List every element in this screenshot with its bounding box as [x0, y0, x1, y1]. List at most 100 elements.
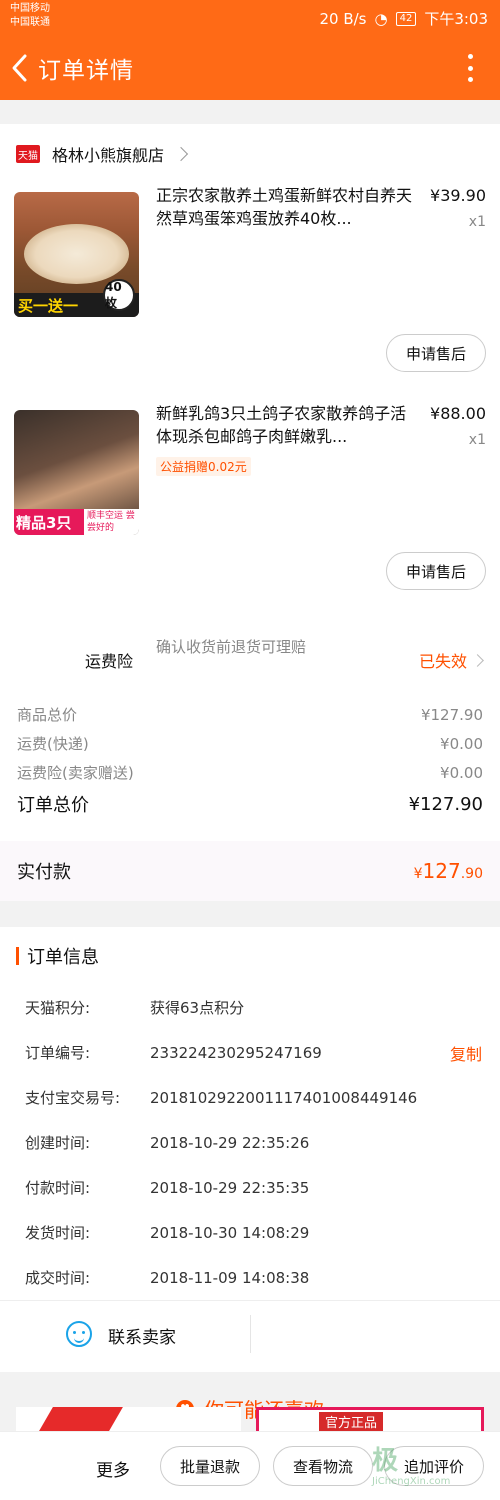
- order-item[interactable]: 精品3只 顺丰空运 尝尝好的 新鲜乳鸽3只土鸽子农家散养鸽子活体现杀包邮鸽子肉鲜…: [0, 402, 500, 620]
- info-value: 获得63点积分: [150, 999, 245, 1017]
- summary-label: 运费(快递): [17, 735, 89, 753]
- more-menu-icon[interactable]: [468, 54, 474, 82]
- order-info-title: 订单信息: [0, 927, 500, 985]
- back-arrow-icon: [12, 54, 27, 82]
- view-logistics-button[interactable]: 查看物流: [273, 1446, 373, 1486]
- summary-value: ¥0.00: [440, 763, 483, 782]
- summary-row: 运费险(卖家赠送) ¥0.00: [17, 758, 483, 787]
- summary-label: 运费险(卖家赠送): [17, 764, 134, 782]
- title-accent-bar: [16, 947, 19, 965]
- batch-refund-button[interactable]: 批量退款: [160, 1446, 260, 1486]
- product-price: ¥39.90: [430, 186, 486, 205]
- price-summary: 商品总价 ¥127.90 运费(快递) ¥0.00 运费险(卖家赠送) ¥0.00 订…: [0, 700, 500, 841]
- summary-label: 商品总价: [17, 706, 78, 724]
- insurance-desc: 确认收货前退货可理赔: [156, 638, 307, 656]
- order-info-section: 订单信息 天猫积分: 获得63点积分 订单编号: 23322423029524716…: [0, 927, 500, 1372]
- summary-row: 运费(快递) ¥0.00: [17, 729, 483, 758]
- contact-seller-button[interactable]: 联系卖家: [108, 1323, 176, 1348]
- carrier-1: 中国移动: [10, 3, 50, 14]
- eggs-basket-image: [24, 224, 129, 284]
- insurance-state-text: 已失效: [418, 652, 467, 671]
- after-sale-button[interactable]: 申请售后: [386, 552, 486, 590]
- contact-seller-row: 联系卖家: [0, 1300, 500, 1366]
- info-row-paid: 付款时间: 2018-10-29 22:35:35: [0, 1165, 500, 1210]
- info-key: 天猫积分:: [25, 999, 91, 1017]
- paid-amount: ¥127.90: [414, 859, 483, 883]
- product-name[interactable]: 新鲜乳鸽3只土鸽子农家散养鸽子活体现杀包邮鸽子肉鲜嫩乳...: [156, 402, 412, 448]
- order-total-label: 订单总价: [17, 795, 89, 816]
- info-key: 付款时间:: [25, 1179, 91, 1197]
- bottom-action-bar: 更多 批量退款 查看物流 追加评价 极 JiChengXin.com: [0, 1431, 500, 1500]
- order-item[interactable]: 买一送一 40枚 正宗农家散养土鸡蛋新鲜农村自养天然草鸡蛋笨鸡蛋放养40枚...…: [0, 184, 500, 402]
- watermark-logo: 极 JiChengXin.com: [372, 1446, 490, 1494]
- count-badge: 40枚: [103, 279, 135, 311]
- status-time: 下午3:03: [424, 10, 488, 28]
- info-row-shipped: 发货时间: 2018-10-30 14:08:29: [0, 1210, 500, 1255]
- store-row[interactable]: 天猫 格林小熊旗舰店: [0, 124, 500, 184]
- tmall-logo-icon: 天猫: [16, 145, 40, 163]
- promo-tag-sub: 顺丰空运 尝尝好的: [84, 509, 139, 535]
- chevron-right-icon: [173, 146, 189, 162]
- order-total-row: 订单总价 ¥127.90: [17, 787, 483, 821]
- info-row-points: 天猫积分: 获得63点积分: [0, 985, 500, 1030]
- product-image-pigeon[interactable]: 精品3只 顺丰空运 尝尝好的: [14, 410, 139, 535]
- product-price: ¥88.00: [430, 404, 486, 423]
- summary-row: 商品总价 ¥127.90: [17, 700, 483, 729]
- chevron-right-icon: [471, 653, 484, 667]
- section-gap: [0, 901, 500, 927]
- info-row-order-id: 订单编号: 233224230295247169 复制: [0, 1030, 500, 1075]
- info-value: 2018-10-30 14:08:29: [150, 1223, 310, 1242]
- order-total-value: ¥127.90: [408, 793, 483, 815]
- info-row-created: 创建时间: 2018-10-29 22:35:26: [0, 1120, 500, 1165]
- product-image-eggs[interactable]: 买一送一 40枚: [14, 192, 139, 317]
- product-qty: x1: [468, 432, 486, 448]
- summary-value: ¥127.90: [420, 705, 483, 724]
- wifi-icon: ◔: [374, 9, 388, 28]
- watermark-main: 极: [372, 1446, 399, 1476]
- insurance-label: 运费险: [85, 652, 134, 671]
- insurance-state[interactable]: 已失效: [418, 648, 484, 672]
- product-qty: x1: [468, 214, 486, 230]
- info-key: 创建时间:: [25, 1134, 91, 1152]
- info-value: 2018-11-09 14:08:38: [150, 1268, 310, 1287]
- recommend-products: 官方正品: [0, 1407, 500, 1431]
- promo-tag: 买一送一 40枚: [14, 279, 139, 317]
- info-key: 成交时间:: [25, 1269, 91, 1287]
- info-value: 2018-10-29 22:35:35: [150, 1178, 310, 1197]
- watermark-site: JiChengXin.com: [372, 1476, 451, 1487]
- paid-dec: .90: [460, 866, 483, 882]
- info-value: 233224230295247169: [150, 1043, 322, 1062]
- status-right: 20 B/s ◔ 42 下午3:03: [319, 8, 488, 29]
- carrier-2: 中国联通: [10, 17, 50, 28]
- network-speed: 20 B/s: [319, 9, 367, 28]
- divider: [250, 1315, 251, 1353]
- status-bar: 中国移动 中国联通 20 B/s ◔ 42 下午3:03: [0, 0, 500, 36]
- page-title: 订单详情: [38, 58, 134, 84]
- paid-currency: ¥: [413, 866, 423, 882]
- summary-value: ¥0.00: [440, 734, 483, 753]
- paid-label: 实付款: [17, 862, 71, 883]
- copy-button[interactable]: 复制: [450, 1041, 482, 1065]
- promo-tag-text: 买一送一: [18, 297, 79, 315]
- after-sale-button[interactable]: 申请售后: [386, 334, 486, 372]
- store-name: 格林小熊旗舰店: [52, 146, 165, 165]
- order-card: 天猫 格林小熊旗舰店 买一送一 40枚 正宗农家散养土鸡蛋新鲜农村自养天然草鸡蛋…: [0, 124, 500, 901]
- recommend-product[interactable]: [16, 1407, 241, 1431]
- product-name[interactable]: 正宗农家散养土鸡蛋新鲜农村自养天然草鸡蛋笨鸡蛋放养40枚...: [156, 184, 412, 230]
- info-value: 2018102922001117401008449146: [150, 1088, 418, 1107]
- info-row-alipay-id: 支付宝交易号: 2018102922001117401008449146: [0, 1075, 500, 1120]
- shipping-insurance-row[interactable]: 运费险 确认收货前退货可理赔 已失效: [0, 620, 500, 700]
- back-button[interactable]: [2, 53, 38, 83]
- recommend-product[interactable]: 官方正品: [256, 1407, 484, 1431]
- info-key: 支付宝交易号:: [25, 1089, 121, 1107]
- app-header: 订单详情: [0, 36, 500, 100]
- more-button[interactable]: 更多: [96, 1456, 130, 1481]
- promo-tag-text: 精品3只: [14, 509, 84, 535]
- promo-label: 官方正品: [319, 1412, 384, 1431]
- charity-badge: 公益捐赠0.02元: [156, 457, 251, 476]
- smiley-chat-icon[interactable]: [66, 1321, 92, 1347]
- paid-int: 127: [422, 859, 461, 883]
- product-ribbon: [39, 1407, 123, 1431]
- paid-row: 实付款 ¥127.90: [0, 841, 500, 901]
- promo-tag: 精品3只 顺丰空运 尝尝好的: [14, 509, 139, 535]
